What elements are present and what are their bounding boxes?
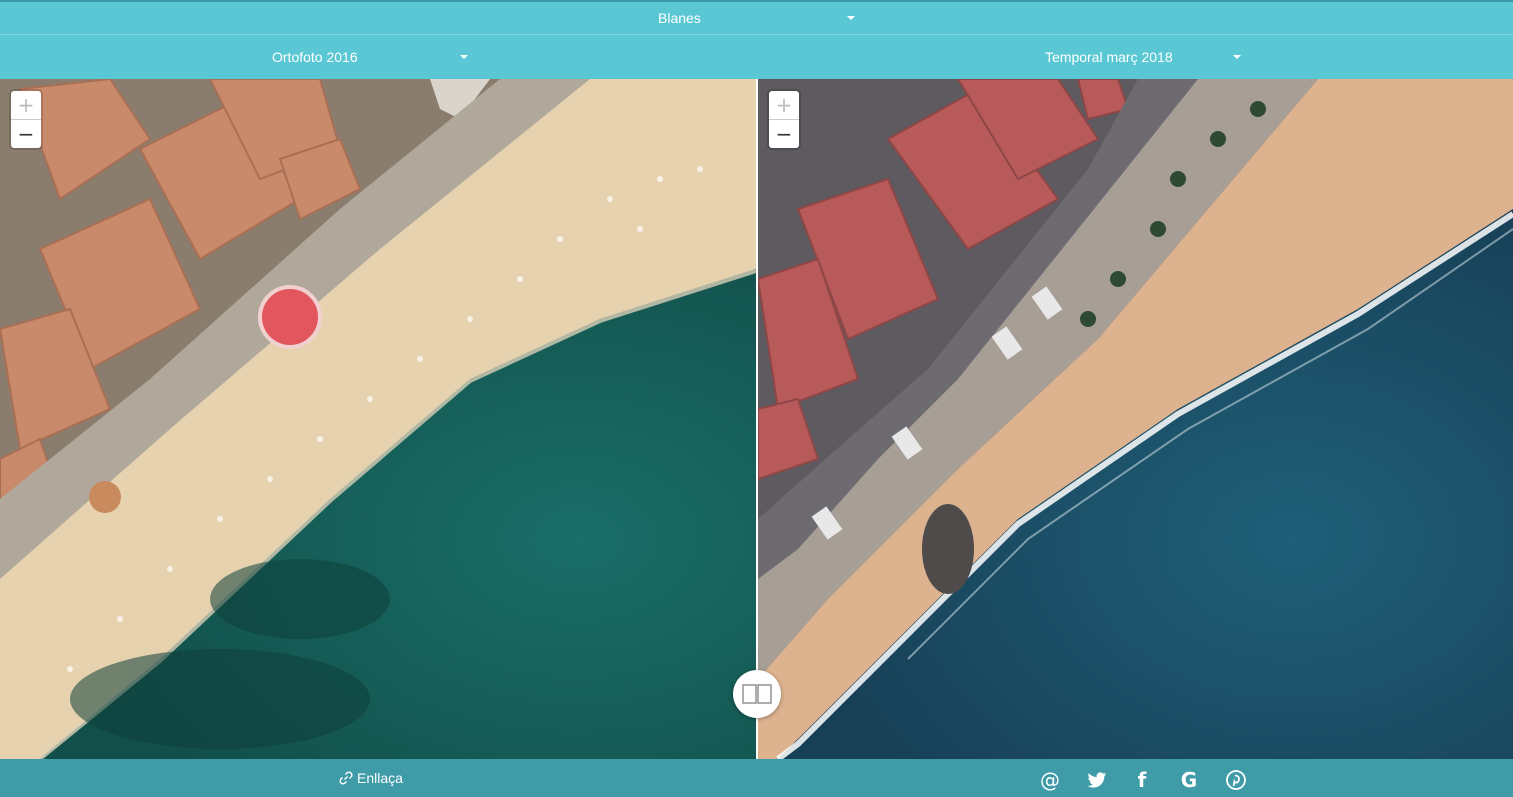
facebook-share-button[interactable]: f <box>1130 768 1154 792</box>
left-layer-caret-icon[interactable] <box>460 55 468 59</box>
left-orthophoto[interactable] <box>0 79 756 759</box>
location-label: Blanes <box>658 10 701 26</box>
book-open-icon <box>742 684 772 704</box>
left-zoom-control: + − <box>11 91 41 148</box>
layer-bar: Ortofoto 2016 Temporal març 2018 <box>0 35 1513 79</box>
twitter-icon <box>1087 771 1107 788</box>
round-kiosk <box>258 285 322 349</box>
right-layer-select[interactable]: Temporal març 2018 <box>1045 49 1173 65</box>
right-zoom-out-button[interactable]: − <box>769 120 799 148</box>
left-zoom-out-button[interactable]: − <box>11 120 41 148</box>
pinterest-share-button[interactable] <box>1224 768 1248 792</box>
pinterest-icon <box>1226 770 1246 790</box>
at-icon: @ <box>1040 768 1060 792</box>
link-icon <box>339 771 353 785</box>
right-map[interactable]: + − <box>758 79 1513 759</box>
left-layer-select[interactable]: Ortofoto 2016 <box>272 49 358 65</box>
footer-bar <box>0 759 1513 797</box>
swipe-handle-button[interactable] <box>733 670 781 718</box>
facebook-icon: f <box>1137 768 1147 792</box>
location-bar: Blanes <box>0 2 1513 35</box>
right-zoom-control: + − <box>769 91 799 148</box>
left-zoom-in-button[interactable]: + <box>11 91 41 120</box>
rocks <box>922 504 974 594</box>
swipe-divider[interactable] <box>756 79 758 759</box>
twitter-share-button[interactable] <box>1085 768 1109 792</box>
permalink-label: Enllaça <box>357 770 403 786</box>
permalink-button[interactable]: Enllaça <box>339 770 403 786</box>
round-pavilion <box>89 481 121 513</box>
left-map[interactable]: + − <box>0 79 756 759</box>
right-layer-label: Temporal març 2018 <box>1045 49 1173 65</box>
left-layer-label: Ortofoto 2016 <box>272 49 358 65</box>
google-share-button[interactable]: G <box>1177 768 1201 792</box>
google-icon: G <box>1180 768 1198 792</box>
email-share-button[interactable]: @ <box>1038 768 1062 792</box>
location-caret-icon[interactable] <box>847 16 855 20</box>
right-zoom-in-button[interactable]: + <box>769 91 799 120</box>
right-orthophoto[interactable] <box>758 79 1513 759</box>
right-layer-caret-icon[interactable] <box>1233 55 1241 59</box>
location-select[interactable]: Blanes <box>658 10 701 26</box>
